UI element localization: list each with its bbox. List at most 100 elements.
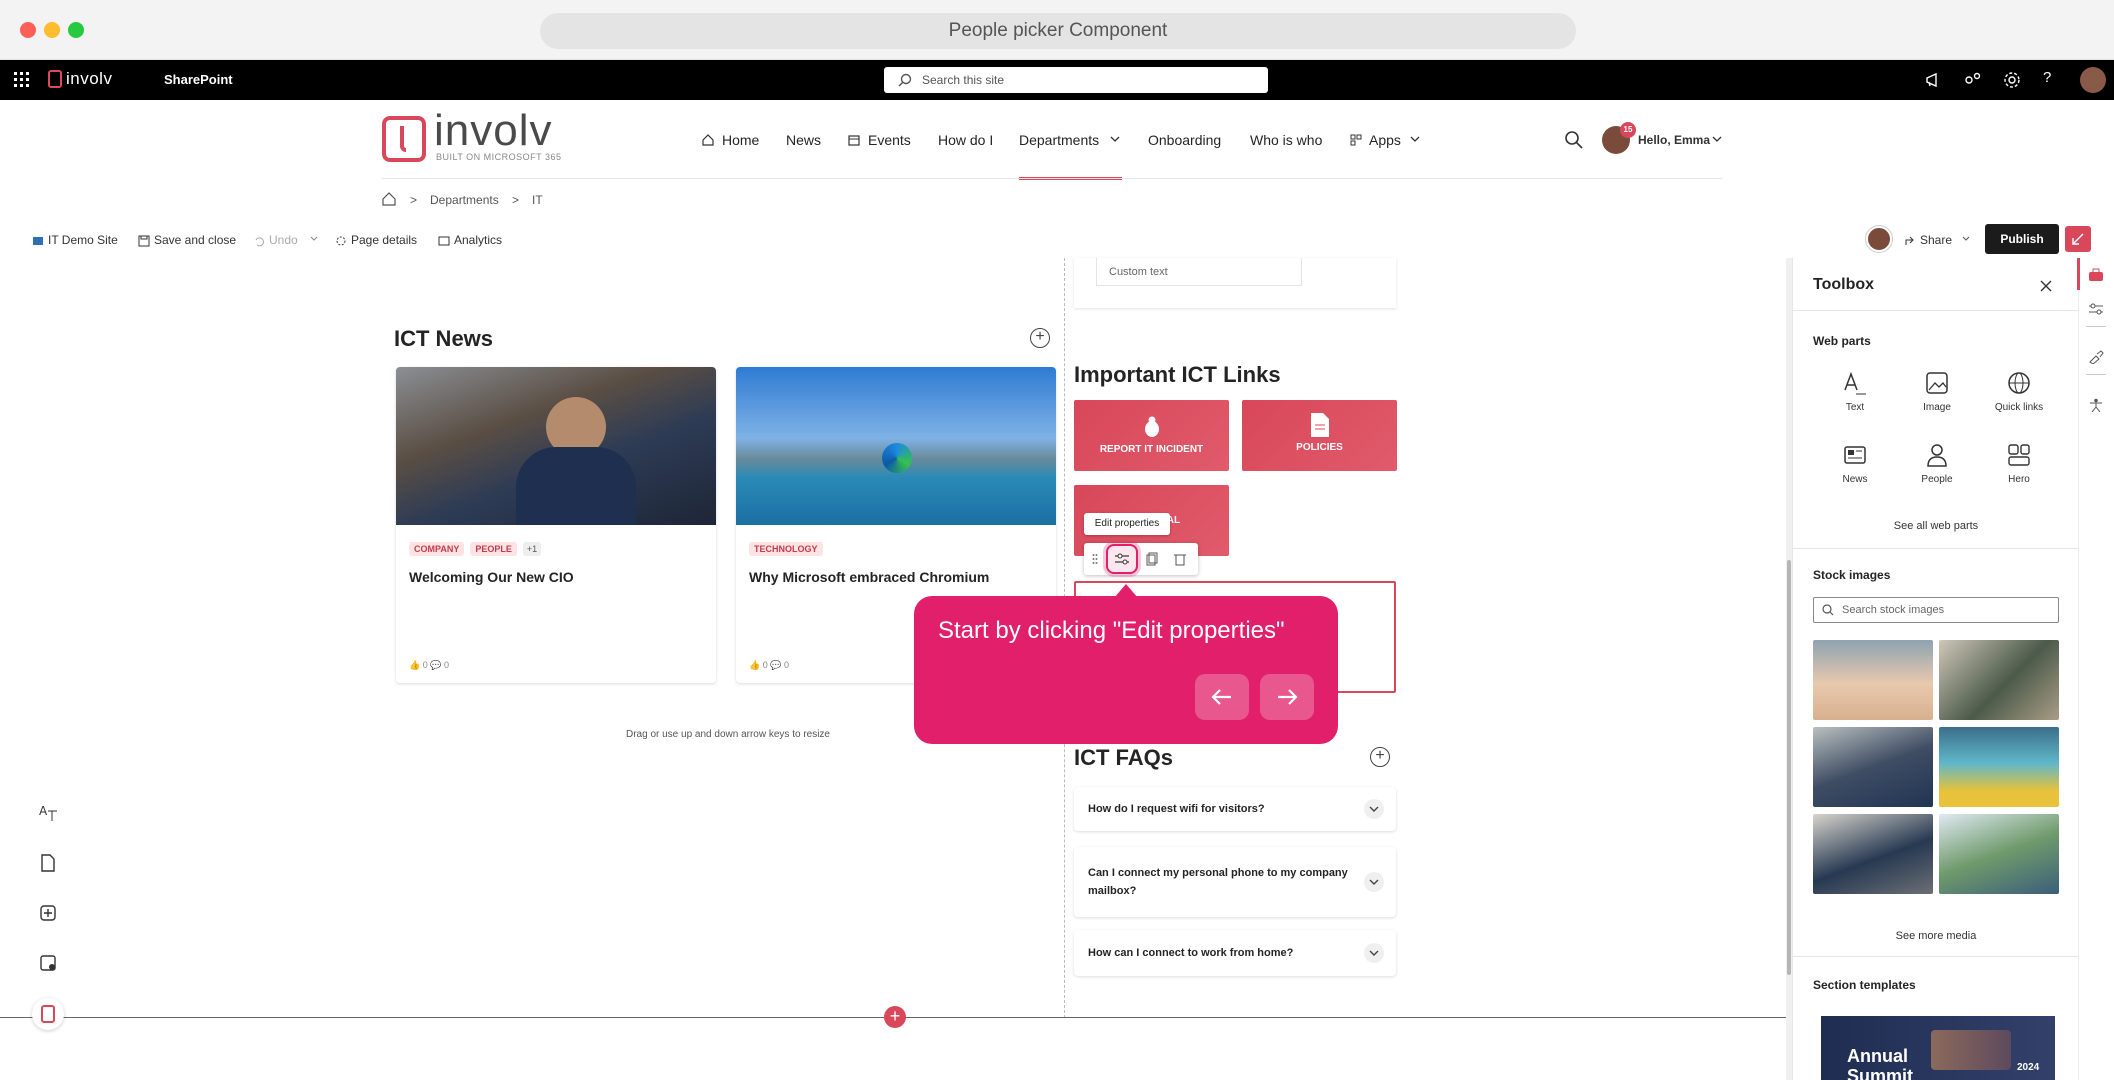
breadcrumb-home-icon[interactable]: [382, 192, 396, 206]
minimize-window-button[interactable]: [44, 22, 60, 38]
see-all-webparts-link[interactable]: See all web parts: [1793, 520, 2079, 532]
tour-back-button[interactable]: [1195, 674, 1249, 720]
tag[interactable]: PEOPLE: [470, 542, 517, 556]
see-more-media-link[interactable]: See more media: [1793, 930, 2079, 942]
faq-item[interactable]: How do I request wifi for visitors?: [1074, 787, 1396, 831]
megaphone-icon[interactable]: [1924, 70, 1944, 90]
news-card-title[interactable]: Welcoming Our New CIO: [409, 569, 703, 585]
scrollbar-thumb[interactable]: [1787, 560, 1791, 975]
undo-chevron-icon[interactable]: [310, 236, 318, 242]
site-name-button[interactable]: IT Demo Site: [32, 232, 118, 248]
faq-item[interactable]: How can I connect to work from home?: [1074, 930, 1396, 976]
involv-logo-icon: [41, 1005, 55, 1023]
nav-onboarding[interactable]: Onboarding: [1148, 132, 1221, 148]
news-card[interactable]: COMPANY PEOPLE +1 Welcoming Our New CIO 👍 …: [396, 367, 716, 683]
breadcrumb-separator: >: [512, 193, 520, 207]
add-section-button[interactable]: +: [884, 1006, 906, 1028]
stock-image[interactable]: [1939, 814, 2059, 894]
more-tags-badge[interactable]: +1: [522, 542, 542, 556]
publish-button[interactable]: Publish: [1985, 224, 2059, 254]
maximize-window-button[interactable]: [68, 22, 84, 38]
collapse-arrows-icon: [2072, 233, 2084, 245]
quick-link-tile[interactable]: POLICIES: [1242, 400, 1397, 471]
share-chevron-icon[interactable]: [1962, 236, 1970, 242]
tag[interactable]: COMPANY: [409, 542, 465, 556]
analytics-button[interactable]: Analytics: [438, 232, 502, 248]
save-and-close-button[interactable]: Save and close: [138, 232, 236, 248]
stock-image[interactable]: [1939, 640, 2059, 720]
edit-page-icon[interactable]: [38, 853, 58, 873]
sliders-icon: [1115, 553, 1129, 565]
add-faq-button[interactable]: +: [1370, 747, 1390, 767]
collapse-button[interactable]: [2065, 226, 2091, 252]
tour-next-button[interactable]: [1260, 674, 1314, 720]
page-details-button[interactable]: Page details: [335, 232, 417, 248]
breadcrumb-it[interactable]: IT: [532, 193, 543, 207]
section-template-thumbnail[interactable]: Annual Summit 2024: [1821, 1016, 2055, 1080]
webpart-text[interactable]: Text: [1815, 370, 1895, 413]
tag[interactable]: TECHNOLOGY: [749, 542, 823, 556]
properties-sliders-icon[interactable]: [2088, 302, 2104, 316]
page-settings-icon[interactable]: [38, 953, 58, 973]
duplicate-icon[interactable]: [1146, 552, 1158, 566]
edit-properties-button[interactable]: [1106, 544, 1138, 574]
toolbox-icon[interactable]: [2088, 268, 2104, 282]
breadcrumb-departments[interactable]: Departments: [430, 193, 499, 207]
help-icon[interactable]: ?: [2043, 69, 2051, 86]
add-news-button[interactable]: +: [1030, 328, 1050, 348]
nav-apps[interactable]: Apps: [1369, 132, 1401, 148]
brand-logo-icon[interactable]: [382, 116, 426, 162]
template-title: Annual Summit: [1847, 1046, 1914, 1080]
close-window-button[interactable]: [20, 22, 36, 38]
stock-images-heading: Stock images: [1813, 568, 1891, 582]
translate-icon[interactable]: A: [38, 803, 58, 823]
settings-gear-icon[interactable]: [2002, 70, 2022, 90]
nav-events[interactable]: Events: [868, 132, 911, 148]
toolbox-title: Toolbox: [1813, 276, 1875, 293]
webpart-hero[interactable]: Hero: [1979, 442, 2059, 485]
custom-text-field[interactable]: Custom text: [1096, 258, 1302, 286]
right-rail: [2078, 258, 2114, 1080]
nav-home[interactable]: Home: [722, 132, 759, 148]
suite-avatar[interactable]: [2080, 67, 2106, 93]
delete-icon[interactable]: [1174, 552, 1186, 566]
webpart-quick-links[interactable]: Quick links: [1979, 370, 2059, 413]
app-launcher-icon[interactable]: [14, 72, 30, 88]
user-greeting[interactable]: Hello, Emma: [1638, 133, 1710, 147]
stock-image[interactable]: [1813, 640, 1933, 720]
stock-image[interactable]: [1813, 814, 1933, 894]
stock-image[interactable]: [1939, 727, 2059, 807]
faq-item[interactable]: Can I connect my personal phone to my co…: [1074, 847, 1396, 917]
close-icon[interactable]: [2040, 280, 2052, 292]
news-card-title[interactable]: Why Microsoft embraced Chromium: [749, 569, 1043, 585]
stock-image-search-input[interactable]: Search stock images: [1813, 597, 2059, 623]
webpart-people[interactable]: People: [1897, 442, 1977, 485]
editor-avatar[interactable]: [1866, 226, 1892, 252]
save-icon: [138, 235, 150, 247]
quick-link-tile[interactable]: REPORT IT INCIDENT: [1074, 400, 1229, 471]
toolbox-panel: Toolbox Web parts Text Image Quick links…: [1792, 258, 2079, 1080]
undo-button[interactable]: Undo: [253, 232, 298, 248]
browser-title-bar: People picker Component: [0, 0, 2114, 60]
nav-how-do-i[interactable]: How do I: [938, 132, 993, 148]
address-bar[interactable]: People picker Component: [540, 13, 1576, 49]
stock-image[interactable]: [1813, 727, 1933, 807]
webparts-heading: Web parts: [1813, 334, 1871, 348]
share-network-icon[interactable]: [1963, 70, 1983, 90]
site-search-input[interactable]: Search this site: [884, 67, 1268, 93]
involv-assistant-button[interactable]: [32, 998, 64, 1030]
design-brush-icon[interactable]: [2088, 350, 2104, 364]
webpart-news[interactable]: News: [1815, 442, 1895, 485]
webpart-image[interactable]: Image: [1897, 370, 1977, 413]
nav-departments[interactable]: Departments: [1019, 132, 1099, 148]
add-webpart-icon[interactable]: [38, 903, 58, 923]
nav-who-is-who[interactable]: Who is who: [1250, 132, 1322, 148]
drag-handle-icon[interactable]: [1092, 553, 1098, 565]
share-button[interactable]: Share: [1904, 232, 1952, 248]
header-search-icon[interactable]: [1564, 130, 1584, 150]
tour-popover: Start by clicking "Edit properties": [914, 596, 1338, 744]
nav-news[interactable]: News: [786, 132, 821, 148]
accessibility-icon[interactable]: [2088, 398, 2104, 412]
breadcrumb-separator: >: [410, 193, 418, 207]
app-name[interactable]: SharePoint: [164, 72, 233, 87]
